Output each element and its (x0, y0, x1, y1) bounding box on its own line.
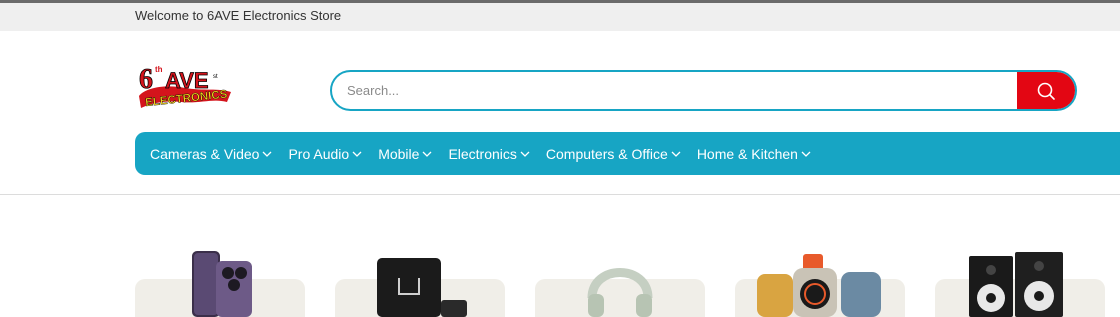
phone-product-image (192, 251, 252, 317)
nav-item-label: Mobile (378, 145, 420, 162)
nav-item-label: Home & Kitchen (696, 145, 798, 162)
nav-item-mobile[interactable]: Mobile (378, 146, 432, 162)
search-input[interactable] (332, 72, 1018, 109)
header-divider (0, 194, 1120, 195)
search-icon (1037, 82, 1055, 100)
watches-product-image (757, 254, 881, 317)
bookshelf-speakers-product-image (969, 252, 1063, 317)
chevron-down-icon (671, 151, 681, 157)
nav-item-label: Computers & Office (545, 145, 668, 162)
nav-item-label: Cameras & Video (150, 145, 260, 162)
chevron-down-icon (801, 151, 811, 157)
search-button[interactable] (1017, 72, 1075, 109)
nav-item-electronics[interactable]: Electronics (448, 145, 530, 162)
nav-item-computers-office[interactable]: Computers & Office (546, 146, 681, 162)
top-bar: Welcome to 6AVE Electronics Store (0, 3, 1120, 31)
chevron-down-icon (352, 151, 362, 157)
store-logo[interactable]: 6 th AVE st ELECTRONICS (135, 58, 235, 114)
svg-text:st: st (213, 74, 218, 80)
chevron-down-icon (422, 151, 432, 157)
headphones-product-image (587, 268, 653, 317)
svg-text:AVE: AVE (165, 68, 209, 93)
nav-item-home-kitchen[interactable]: Home & Kitchen (697, 146, 811, 162)
svg-text:th: th (155, 65, 163, 74)
search-bar (330, 70, 1077, 111)
chevron-down-icon (520, 151, 530, 157)
chevron-down-icon (263, 151, 272, 157)
speaker-product-image (377, 258, 467, 317)
main-nav: Cameras & Video Pro Audio Mobile Electro… (135, 132, 1120, 175)
welcome-text: Welcome to 6AVE Electronics Store (135, 8, 342, 23)
nav-item-label: Pro Audio (288, 145, 350, 162)
svg-text:6: 6 (139, 64, 153, 95)
nav-item-cameras-video[interactable]: Cameras & Video (150, 146, 272, 162)
nav-item-pro-audio[interactable]: Pro Audio (288, 146, 362, 162)
nav-item-label: Electronics (448, 145, 517, 162)
